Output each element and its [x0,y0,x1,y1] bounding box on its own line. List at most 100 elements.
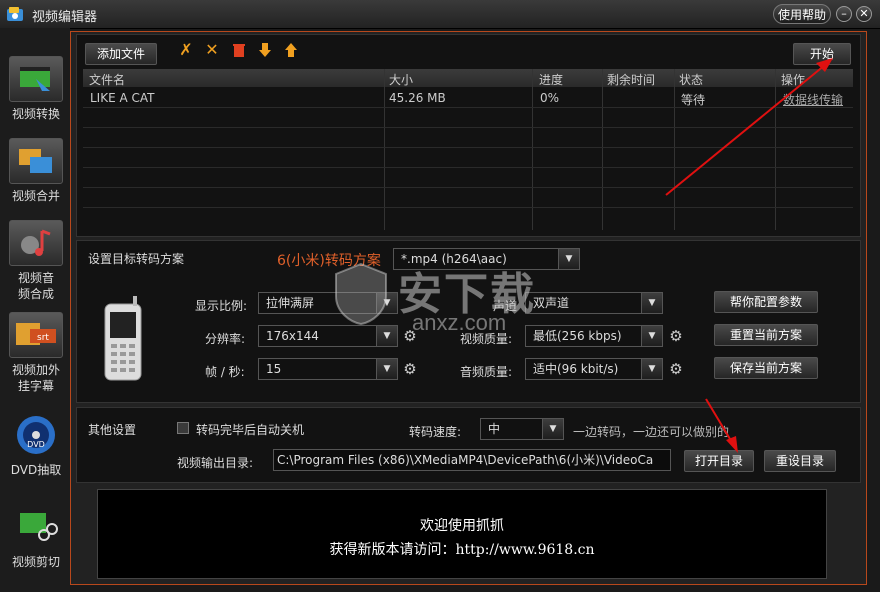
video-quality-select[interactable]: 最低(256 kbps) ▼ [525,325,663,347]
column-header-size[interactable]: 大小 [389,71,413,88]
sidebar-item-dvd[interactable]: DVD DVD抽取 [2,412,70,478]
row-divider [83,127,853,128]
move-up-icon[interactable] [283,42,299,58]
sidebar-item-label: DVD抽取 [10,463,62,477]
resolution-label: 分辨率: [205,332,246,346]
column-separator [775,69,776,230]
fps-gear-icon[interactable]: ⚙ [402,361,418,377]
help-config-button[interactable]: 帮你配置参数 [714,291,818,313]
chevron-down-icon: ▼ [641,293,662,313]
column-separator [532,69,533,230]
aspect-value: 拉伸满屏 [266,296,315,310]
sidebar: 视频转换 视频合并 视频音频合成 srt 视频加外挂字幕 DVD DVD抽取 视… [0,28,70,592]
other-section-label: 其他设置 [88,423,137,437]
sidebar-item-label: 视频音频合成 [17,271,54,301]
start-button[interactable]: 开始 [793,43,851,65]
row-divider [83,207,853,208]
audio-quality-label: 音频质量: [460,365,513,379]
aspect-label: 显示比例: [195,299,248,313]
audio-quality-gear-icon[interactable]: ⚙ [668,361,684,377]
speed-label: 转码速度: [409,425,462,439]
sidebar-item-video-cut[interactable]: 视频剪切 [2,504,70,570]
speed-hint: 一边转码，一边还可以做别的 [573,425,730,439]
progress-cell: 0% [540,91,560,105]
svg-text:DVD: DVD [27,440,45,449]
fps-select[interactable]: 15 ▼ [258,358,398,380]
chevron-down-icon: ▼ [376,359,397,379]
watermark-url: anxz.com [412,310,507,335]
chevron-down-icon: ▼ [376,326,397,346]
resolution-select[interactable]: 176x144 ▼ [258,325,398,347]
video-quality-gear-icon[interactable]: ⚙ [668,328,684,344]
file-name-cell: LIKE A CAT [90,91,155,105]
status-cell: 等待 [681,93,706,107]
sidebar-item-subtitle[interactable]: srt 视频加外挂字幕 [2,312,70,394]
row-divider [83,147,853,148]
row-divider [83,187,853,188]
column-header-remaining[interactable]: 剩余时间 [607,71,655,88]
channel-value: 双声道 [533,296,570,310]
table-header: 文件名 大小 进度 剩余时间 状态 操作 [83,69,853,87]
chevron-down-icon: ▼ [558,249,579,269]
row-divider [83,107,853,108]
banner-website: 获得新版本请访问：http://www.9618.cn [329,542,595,558]
speed-select[interactable]: 中 ▼ [480,418,564,440]
svg-text:srt: srt [37,333,49,343]
transcode-section-label: 设置目标转码方案 [88,252,185,266]
column-separator [602,69,603,230]
video-quality-value: 最低(256 kbps) [533,329,622,343]
speed-value: 中 [488,422,501,436]
open-dir-button[interactable]: 打开目录 [684,450,754,472]
app-logo-icon [7,7,23,21]
output-dir-label: 视频输出目录: [177,456,254,470]
chevron-down-icon: ▼ [542,419,563,439]
scissors-film-icon [9,504,63,550]
column-separator [384,69,385,230]
music-note-icon [9,220,63,266]
fps-value: 15 [266,362,282,376]
fps-label: 帧 / 秒: [205,365,245,379]
sidebar-item-audio-merge[interactable]: 视频音频合成 [2,220,70,302]
column-header-status[interactable]: 状态 [679,71,703,88]
phone-device-icon [104,296,142,381]
move-down-icon[interactable] [257,42,273,58]
banner-welcome: 欢迎使用抓抓 [420,518,504,534]
title-bar: 视频编辑器 使用帮助 – ✕ [0,0,880,29]
sidebar-item-video-convert[interactable]: 视频转换 [2,56,70,122]
dvd-disc-icon: DVD [9,412,63,458]
trash-icon[interactable] [231,42,247,58]
sidebar-item-label: 视频加外挂字幕 [12,363,61,393]
column-header-name[interactable]: 文件名 [89,71,125,88]
reset-dir-button[interactable]: 重设目录 [764,450,836,472]
column-header-progress[interactable]: 进度 [539,71,563,88]
output-dir-field[interactable]: C:\Program Files (x86)\XMediaMP4\DeviceP… [273,449,671,471]
add-file-button[interactable]: 添加文件 [85,43,157,65]
help-button[interactable]: 使用帮助 [773,4,831,24]
sidebar-item-label: 视频合并 [11,189,60,203]
audio-quality-select[interactable]: 适中(96 kbit/s) ▼ [525,358,663,380]
sidebar-item-label: 视频剪切 [11,555,60,569]
sidebar-item-label: 视频转换 [11,107,60,121]
sidebar-item-video-merge[interactable]: 视频合并 [2,138,70,204]
resolution-value: 176x144 [266,329,319,343]
row-divider [83,167,853,168]
channel-select[interactable]: 双声道 ▼ [525,292,663,314]
usb-transfer-link[interactable]: 数据线传输 [783,91,843,108]
auto-shutdown-label: 转码完毕后自动关机 [196,423,305,437]
close-icon[interactable]: ✕ [856,6,872,22]
watermark-shield-icon [335,262,387,326]
column-separator [674,69,675,230]
tools-icon[interactable]: ✗ [178,42,194,58]
column-header-action[interactable]: 操作 [781,71,805,88]
chevron-down-icon: ▼ [641,326,662,346]
subtitle-srt-icon: srt [9,312,63,358]
film-merge-icon [9,138,63,184]
film-convert-icon [9,56,63,102]
info-banner: 欢迎使用抓抓 获得新版本请访问：http://www.9618.cn [97,489,827,579]
reset-scheme-button[interactable]: 重置当前方案 [714,324,818,346]
save-scheme-button[interactable]: 保存当前方案 [714,357,818,379]
delete-x-icon[interactable]: ✕ [204,42,220,58]
minimize-icon[interactable]: – [836,6,852,22]
auto-shutdown-checkbox[interactable] [177,422,189,434]
file-size-cell: 45.26 MB [389,91,446,105]
